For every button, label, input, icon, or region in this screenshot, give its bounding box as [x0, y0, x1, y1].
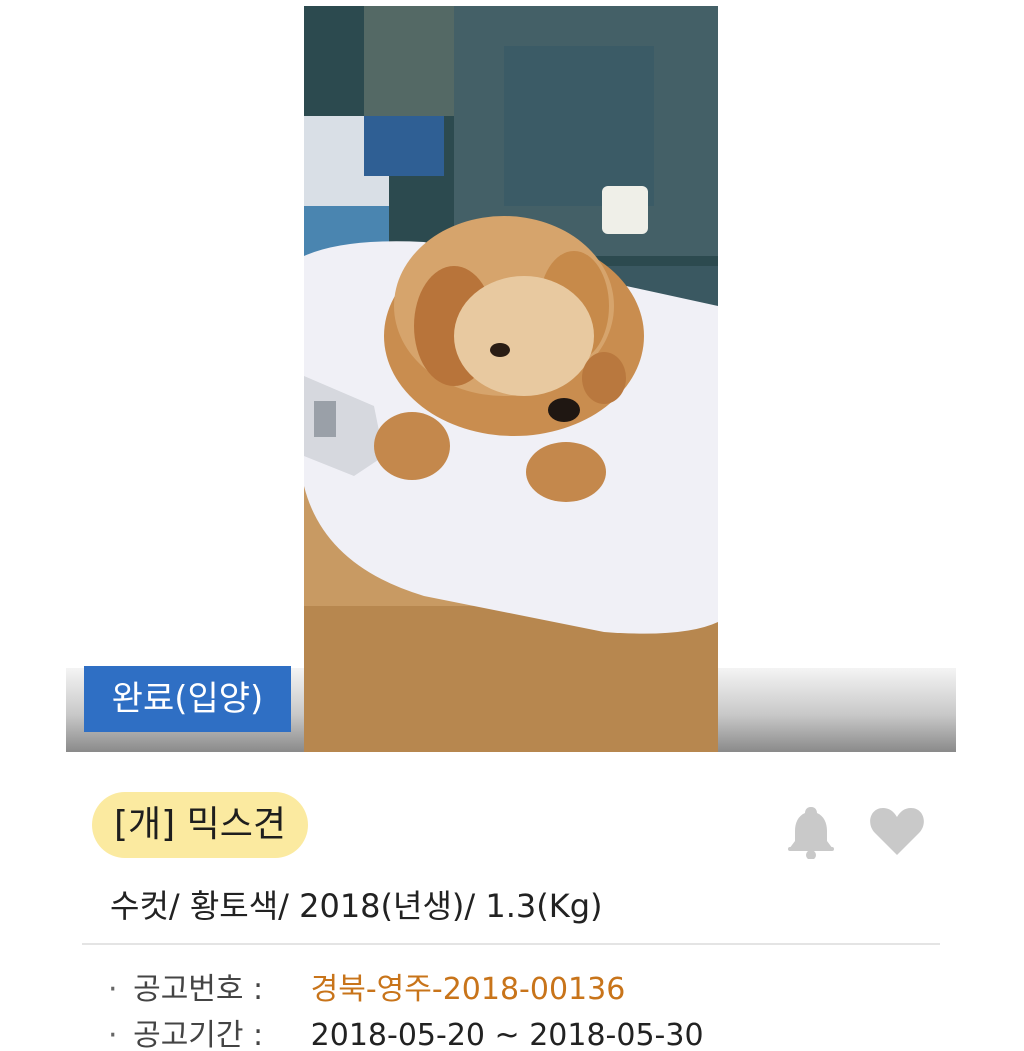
puppy-photo-illustration [304, 6, 718, 752]
notification-button[interactable] [780, 800, 842, 862]
animal-summary: 수컷/ 황토색/ 2018(년생)/ 1.3(Kg) [110, 887, 603, 925]
adoption-detail-page: 완료(입양) [개] 믹스견 수컷/ 황토색/ 2018(년생)/ 1.3(Kg… [0, 0, 1024, 1051]
notice-number-row: · 공고번호 : 경북-영주-2018-00136 [108, 966, 625, 1014]
section-divider [82, 943, 940, 945]
animal-title: [개] 믹스견 [92, 792, 309, 858]
bell-icon [788, 807, 834, 859]
favorite-button[interactable] [864, 800, 930, 862]
adoption-status-badge: 완료(입양) [84, 666, 291, 732]
notice-number-value[interactable]: 경북-영주-2018-00136 [311, 972, 626, 1007]
notice-period-value: 2018-05-20 ~ 2018-05-30 [310, 1018, 704, 1051]
notice-period-row: · 공고기간 : 2018-05-20 ~ 2018-05-30 [108, 1012, 704, 1051]
notice-period-label: 공고기간 : [133, 1018, 264, 1051]
animal-photo[interactable] [304, 6, 718, 752]
notice-number-label: 공고번호 : [133, 972, 264, 1007]
bullet: · [108, 972, 118, 1007]
bullet: · [108, 1018, 118, 1051]
heart-icon [870, 808, 924, 855]
